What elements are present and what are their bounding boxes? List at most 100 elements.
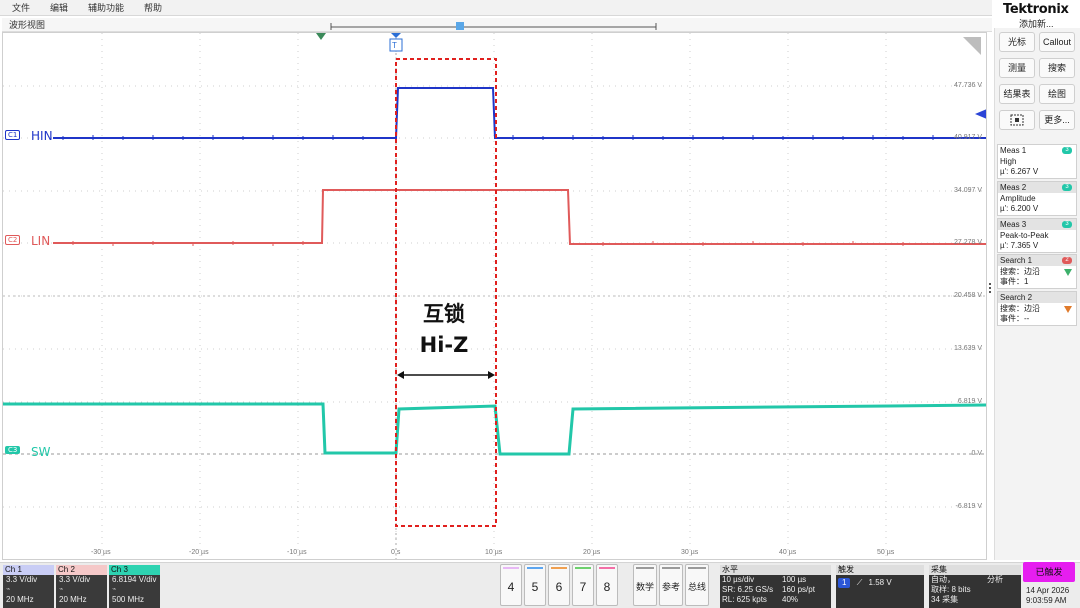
annotation-line-2: Hi-Z [419, 333, 469, 357]
menu-file[interactable]: 文件 [12, 1, 30, 14]
math-button[interactable]: 数学 [633, 564, 657, 606]
ch3-badge[interactable]: Ch 3 6.8194 V/div ⌁ 500 MHz [109, 565, 160, 608]
time-label: 10 µs [485, 549, 503, 556]
annotation-line-1: 互锁 [423, 302, 465, 326]
ch8-label: 8 [603, 580, 611, 594]
ch1-marker[interactable]: C1 [5, 130, 21, 140]
search-1-header: Search 1 2 [998, 255, 1076, 266]
ch2-badge[interactable]: Ch 2 3.3 V/div ⌁ 20 MHz [56, 565, 107, 608]
ch6-label: 6 [555, 580, 563, 594]
bus-button[interactable]: 总线 [685, 564, 709, 606]
oscilloscope-app: 文件 编辑 辅助功能 帮助 Tektronix 添加新... 波形视图 T 47… [0, 0, 1080, 608]
ch1-badge-title: Ch 1 [3, 565, 54, 575]
ch2-badge-title: Ch 2 [56, 565, 107, 575]
menu-help[interactable]: 帮助 [144, 1, 162, 14]
ch5-button[interactable]: 5 [524, 564, 546, 606]
deadtime-arrow [397, 371, 495, 379]
waveform-plot[interactable]: T 47.736 V 40.917 V 34.097 V 27.278 V 20… [2, 32, 987, 560]
trigger-badge[interactable]: 触发 1 ⟋ 1.58 V [836, 565, 924, 608]
time-label: 30 µs [681, 549, 699, 556]
meas-3-channel-badge: 3 [1062, 221, 1072, 228]
acquisition-mode: 自动， [931, 575, 955, 584]
ch3-coupling-icon: ⌁ [112, 586, 117, 593]
horizontal-resolution: 160 ps/pt [782, 585, 815, 594]
pretrigger-marker-icon [316, 33, 326, 40]
reference-button[interactable]: 参考 [659, 564, 683, 606]
meas-2-type: Amplitude [1000, 194, 1036, 203]
callout-button[interactable]: Callout [1039, 32, 1075, 52]
results-table-button[interactable]: 结果表 [999, 84, 1035, 104]
meas-1-header: Meas 1 3 [998, 145, 1076, 156]
time-label: 0 s [391, 549, 401, 556]
date-time-display: 14 Apr 2026 9:03:59 AM [1026, 586, 1069, 606]
search-2-title: Search 2 [1000, 293, 1033, 302]
search-1-events: 事件：1 [1000, 277, 1029, 286]
ch3-bandwidth: 500 MHz [112, 595, 145, 604]
meas-3-type: Peak-to-Peak [1000, 231, 1049, 240]
search-button[interactable]: 搜索 [1039, 58, 1075, 78]
measure-button[interactable]: 测量 [999, 58, 1035, 78]
menu-edit[interactable]: 编辑 [50, 1, 68, 14]
volt-label: 0 V [971, 450, 982, 457]
ch1-level-marker-icon[interactable] [975, 109, 987, 119]
search-2-badge[interactable]: Search 2 搜索：边沿 事件：-- [997, 291, 1077, 326]
search-1-title: Search 1 [1000, 256, 1033, 265]
acquisition-bits: 取样: 8 bits [931, 585, 971, 594]
panel-resize-handle-icon[interactable] [989, 283, 992, 295]
trigger-source: 1 [838, 578, 851, 588]
more-button[interactable]: 更多... [1039, 110, 1075, 130]
time-label: 9:03:59 AM [1026, 596, 1067, 605]
ch7-label: 7 [579, 580, 587, 594]
meas-3-header: Meas 3 3 [998, 219, 1076, 230]
search-1-badge[interactable]: Search 1 2 搜索：边沿 事件：1 [997, 254, 1077, 289]
trigger-position-icon[interactable] [391, 33, 401, 38]
time-label: -20 µs [189, 549, 209, 556]
ch6-button[interactable]: 6 [548, 564, 570, 606]
ch4-button[interactable]: 4 [500, 564, 522, 606]
ch3-badge-title: Ch 3 [109, 565, 160, 575]
date-label: 14 Apr 2026 [1026, 586, 1070, 595]
horizontal-record-length-time: 100 µs [782, 575, 807, 584]
search-1-type: 搜索：边沿 [1000, 267, 1040, 276]
math-label: 数学 [635, 582, 654, 592]
meas-3-badge[interactable]: Meas 3 3 Peak-to-Peak µ': 7.365 V [997, 218, 1077, 253]
meas-2-badge[interactable]: Meas 2 3 Amplitude µ': 6.200 V [997, 181, 1077, 216]
settings-bar: Ch 1 3.3 V/div ⌁ 20 MHz Ch 2 3.3 V/div ⌁… [0, 562, 1080, 608]
plot-button[interactable]: 绘图 [1039, 84, 1075, 104]
volt-label: 40.917 V [953, 134, 982, 141]
record-overview-bar[interactable] [330, 22, 657, 30]
volt-label: 20.458 V [953, 292, 982, 299]
acquisition-badge[interactable]: 采集 自动， 分析 取样: 8 bits 34 采集 [929, 565, 1021, 608]
ch1-badge[interactable]: Ch 1 3.3 V/div ⌁ 20 MHz [3, 565, 54, 608]
trigger-level: 1.58 V [868, 578, 892, 587]
menu-utility[interactable]: 辅助功能 [88, 1, 124, 14]
meas-3-title: Meas 3 [1000, 220, 1027, 229]
ch3-name-label: SW [31, 445, 51, 459]
zoom-box-button[interactable] [999, 110, 1035, 130]
interlock-region-box [395, 58, 497, 527]
ch1-name-label: HIN [31, 129, 53, 143]
reference-label: 参考 [661, 582, 680, 592]
ch1-coupling-icon: ⌁ [6, 586, 11, 593]
meas-1-badge[interactable]: Meas 1 3 High µ': 6.267 V [997, 144, 1077, 179]
ch4-label: 4 [507, 580, 515, 594]
lin-waveform [53, 189, 986, 246]
horizontal-sample-rate: SR: 6.25 GS/s [722, 585, 774, 594]
meas-1-title: Meas 1 [1000, 146, 1027, 155]
horizontal-record-length: RL: 625 kpts [722, 595, 767, 604]
ch7-button[interactable]: 7 [572, 564, 594, 606]
ch3-marker[interactable]: C3 [5, 446, 21, 454]
meas-2-title: Meas 2 [1000, 183, 1027, 192]
triggered-status-button[interactable]: 已触发 [1023, 562, 1075, 582]
meas-1-channel-badge: 3 [1062, 147, 1072, 154]
horizontal-badge[interactable]: 水平 10 µs/div 100 µs SR: 6.25 GS/s 160 ps/p… [720, 565, 831, 608]
zoom-corner-icon[interactable] [963, 37, 981, 55]
trigger-t-label: T [392, 41, 397, 50]
meas-1-value: µ': 6.267 V [1000, 167, 1039, 176]
overview-trigger-icon [456, 22, 464, 30]
cursor-button[interactable]: 光标 [999, 32, 1035, 52]
meas-2-value: µ': 6.200 V [1000, 204, 1039, 213]
ch8-button[interactable]: 8 [596, 564, 618, 606]
ch2-marker[interactable]: C2 [5, 235, 21, 245]
acquisition-title: 采集 [929, 565, 1021, 575]
